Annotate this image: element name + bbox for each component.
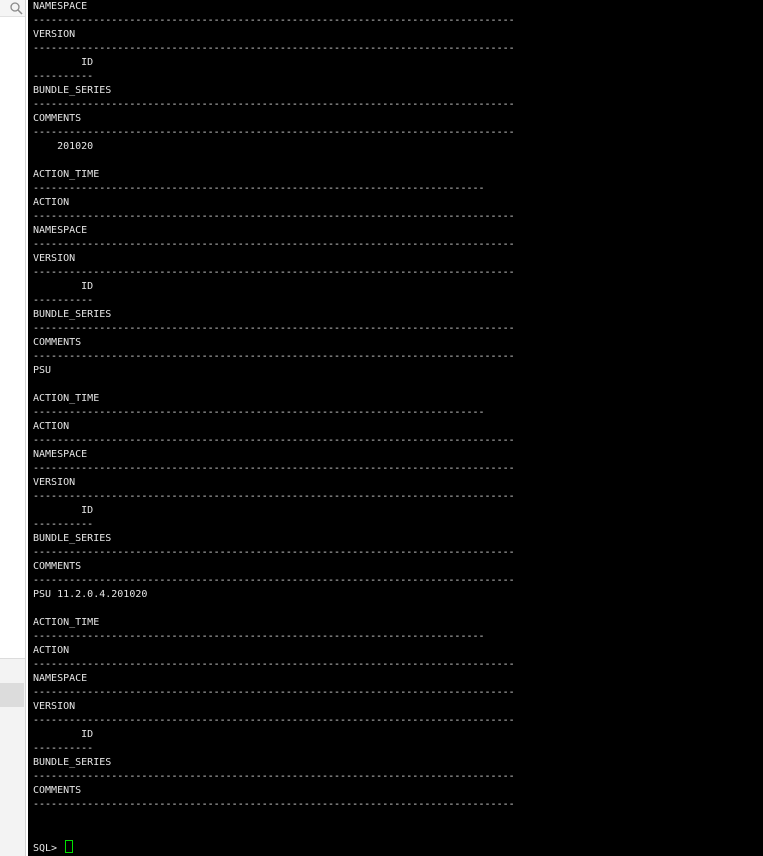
terminal-line: ----------------------------------------… — [33, 687, 515, 698]
terminal-line: ----------------------------------------… — [33, 659, 515, 670]
terminal-line: ----------------------------------------… — [33, 183, 485, 194]
terminal-line: ACTION_TIME — [33, 617, 100, 628]
terminal-line: ----------------------------------------… — [33, 547, 515, 558]
terminal-line: BUNDLE_SERIES — [33, 533, 112, 544]
terminal-line: NAMESPACE — [33, 449, 88, 460]
terminal-line: ACTION — [33, 197, 70, 208]
terminal-line: ---------- — [33, 743, 94, 754]
terminal-line: ----------------------------------------… — [33, 43, 515, 54]
terminal-window[interactable]: NAMESPACE -------------------------------… — [28, 0, 763, 856]
terminal-line: VERSION — [33, 477, 76, 488]
terminal-cursor — [65, 840, 74, 853]
terminal-line: NAMESPACE — [33, 673, 88, 684]
terminal-line: VERSION — [33, 29, 76, 40]
terminal-line: ID — [33, 505, 94, 516]
terminal-line: ----------------------------------------… — [33, 631, 485, 642]
terminal-line: ----------------------------------------… — [33, 491, 515, 502]
terminal-line: ----------------------------------------… — [33, 239, 515, 250]
terminal-line: ----------------------------------------… — [33, 463, 515, 474]
terminal-line: ----------------------------------------… — [33, 211, 515, 222]
terminal-line: ACTION_TIME — [33, 169, 100, 180]
terminal-line: ----------------------------------------… — [33, 407, 485, 418]
terminal-line: ----------------------------------------… — [33, 15, 515, 26]
terminal-line: ----------------------------------------… — [33, 715, 515, 726]
terminal-line: BUNDLE_SERIES — [33, 757, 112, 768]
sql-prompt-line[interactable]: SQL> — [33, 840, 74, 856]
left-sidebar-panel — [0, 0, 26, 856]
terminal-line: PSU 11.2.0.4.201020 — [33, 589, 148, 600]
search-icon[interactable] — [9, 1, 23, 15]
terminal-line: ----------------------------------------… — [33, 323, 515, 334]
terminal-line: ID — [33, 729, 94, 740]
terminal-line: COMMENTS — [33, 337, 82, 348]
terminal-line: ID — [33, 281, 94, 292]
terminal-line: ----------------------------------------… — [33, 99, 515, 110]
terminal-line: ---------- — [33, 295, 94, 306]
terminal-line: ACTION_TIME — [33, 393, 100, 404]
terminal-line: ----------------------------------------… — [33, 435, 515, 446]
terminal-line: NAMESPACE — [33, 1, 88, 12]
terminal-line: COMMENTS — [33, 785, 82, 796]
terminal-line: NAMESPACE — [33, 225, 88, 236]
terminal-line: ----------------------------------------… — [33, 127, 515, 138]
terminal-line: PSU — [33, 365, 52, 376]
sidebar-search-box[interactable] — [0, 0, 25, 17]
terminal-line: ----------------------------------------… — [33, 799, 515, 810]
terminal-line: ACTION — [33, 421, 70, 432]
terminal-line: ----------------------------------------… — [33, 771, 515, 782]
terminal-line: ---------- — [33, 519, 94, 530]
sql-prompt: SQL> — [33, 843, 64, 854]
terminal-line: VERSION — [33, 253, 76, 264]
terminal-line: ACTION — [33, 645, 70, 656]
terminal-output: NAMESPACE -------------------------------… — [33, 0, 515, 812]
terminal-line: COMMENTS — [33, 561, 82, 572]
terminal-line: BUNDLE_SERIES — [33, 309, 112, 320]
terminal-line: ----------------------------------------… — [33, 267, 515, 278]
sidebar-selected-item[interactable] — [0, 683, 24, 707]
terminal-line: ----------------------------------------… — [33, 351, 515, 362]
terminal-line: ----------------------------------------… — [33, 575, 515, 586]
terminal-line: 201020 — [33, 141, 94, 152]
terminal-line: BUNDLE_SERIES — [33, 85, 112, 96]
terminal-line: COMMENTS — [33, 113, 82, 124]
terminal-line: VERSION — [33, 701, 76, 712]
terminal-line: ID — [33, 57, 94, 68]
terminal-line: ---------- — [33, 71, 94, 82]
panel-divider[interactable] — [25, 0, 26, 856]
